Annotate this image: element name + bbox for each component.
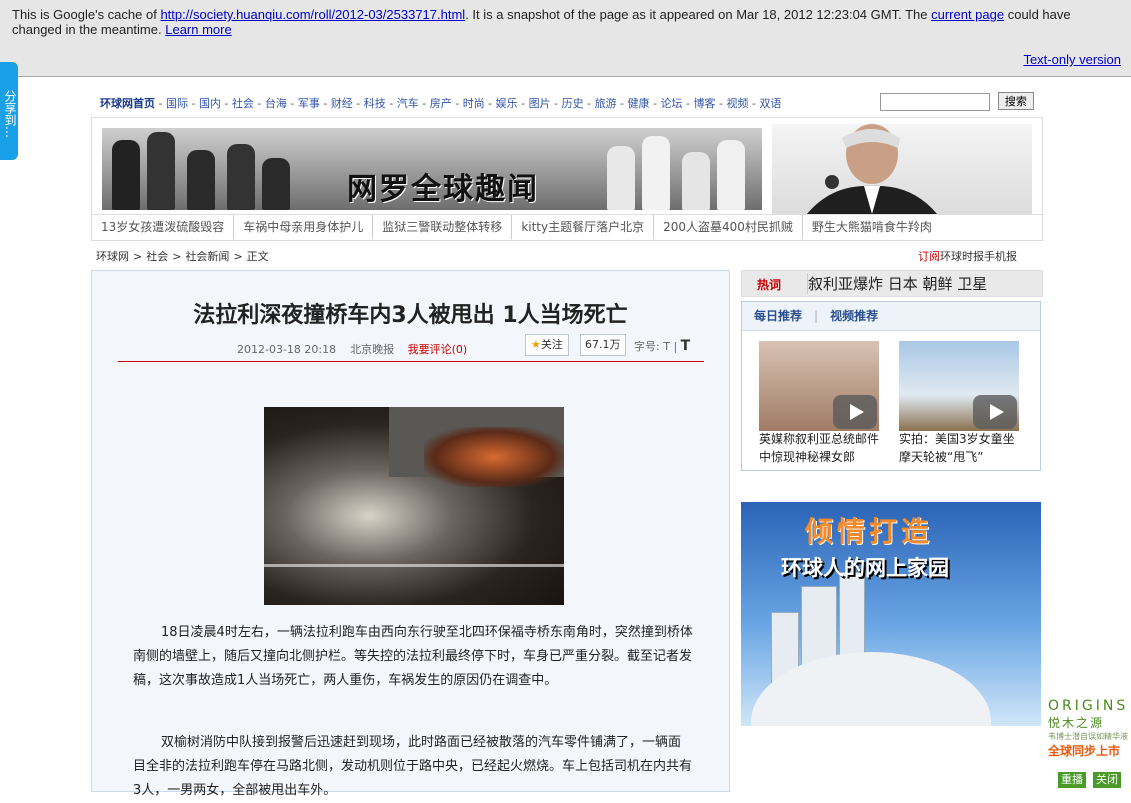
nav-item[interactable]: 健康 bbox=[628, 97, 650, 110]
subscribe-rest[interactable]: 环球时报手机报 bbox=[940, 250, 1017, 263]
search-button[interactable]: 搜索 bbox=[997, 92, 1034, 110]
follow-button[interactable]: ★关注 bbox=[525, 334, 569, 356]
origins-ad[interactable]: ORIGINS 悦木之源 韦博士潜自误如精华液 全球同步上市 bbox=[1048, 698, 1131, 759]
play-icon[interactable] bbox=[833, 395, 877, 429]
play-icon[interactable] bbox=[973, 395, 1017, 429]
nav-item[interactable]: 双语 bbox=[759, 97, 781, 110]
hot-link[interactable]: 车祸中母亲用身体护儿 bbox=[234, 215, 374, 239]
font-size-label: 字号: bbox=[634, 340, 660, 353]
nav-item[interactable]: 科技 bbox=[364, 97, 386, 110]
recommend-caption[interactable]: 英媒称叙利亚总统邮件中惊现神秘裸女郎 bbox=[759, 430, 884, 466]
subscribe-link[interactable]: 订阅环球时报手机报 bbox=[918, 248, 1017, 264]
title-divider bbox=[118, 361, 704, 362]
article-paragraph: 双榆树消防中队接到报警后迅速赶到现场，此时路面已经被散落的汽车零件铺满了，一辆面… bbox=[133, 735, 693, 798]
tab-video[interactable]: 视频推荐 bbox=[818, 302, 890, 330]
replay-button[interactable]: 重播 bbox=[1058, 772, 1086, 788]
breadcrumb-separator: > bbox=[133, 250, 143, 263]
cache-middle: . It is a snapshot of the page as it app… bbox=[465, 7, 928, 22]
font-size-control: 字号: T | T bbox=[634, 338, 691, 354]
promo-banner[interactable]: 倾情打造 环球人的网上家园 bbox=[741, 502, 1041, 726]
hot-link[interactable]: 野生大熊猫啃食牛羚肉 bbox=[803, 215, 941, 239]
nav-item[interactable]: 社会 bbox=[232, 97, 254, 110]
article-title: 法拉利深夜撞桥车内3人被甩出 1人当场死亡 bbox=[193, 303, 628, 328]
breadcrumb-separator: > bbox=[233, 250, 243, 263]
nav-item[interactable]: 时尚 bbox=[463, 97, 485, 110]
hot-words-text[interactable]: 叙利亚爆炸 日本 朝鲜 卫星 bbox=[807, 273, 987, 294]
recommend-box: 每日推荐 | 视频推荐 英媒称叙利亚总统邮件中惊现神秘裸女郎 实拍：美国3岁女童坐摩… bbox=[741, 301, 1041, 471]
chess-banner: 网罗全球趣闻 bbox=[102, 128, 762, 210]
star-icon: ★ bbox=[531, 338, 541, 351]
promo-subline: 环球人的网上家园 bbox=[781, 556, 949, 580]
nav-item[interactable]: 视频 bbox=[726, 97, 748, 110]
breadcrumb: 环球网 > 社会 > 社会新闻 > 正文 bbox=[96, 248, 269, 264]
current-page-link[interactable]: current page bbox=[931, 7, 1004, 22]
article-date: 2012-03-18 20:18 bbox=[237, 343, 337, 356]
nav-item[interactable]: 国内 bbox=[199, 97, 221, 110]
text-only-link[interactable]: Text-only version bbox=[1023, 52, 1121, 67]
nav-item[interactable]: 历史 bbox=[562, 97, 584, 110]
comment-link[interactable]: 我要评论(0) bbox=[408, 343, 468, 356]
nav-item[interactable]: 娱乐 bbox=[496, 97, 518, 110]
follow-label: 关注 bbox=[540, 338, 563, 351]
recommend-thumb[interactable] bbox=[899, 341, 1019, 431]
nav-item[interactable]: 论坛 bbox=[661, 97, 683, 110]
banner-slogan: 网罗全球趣闻 bbox=[347, 172, 539, 207]
hot-link[interactable]: 监狱三警联动整体转移 bbox=[373, 215, 513, 239]
nav-item[interactable]: 财经 bbox=[331, 97, 353, 110]
recommend-tabs: 每日推荐 | 视频推荐 bbox=[742, 302, 1040, 331]
hot-link[interactable]: 13岁女孩遭泼硫酸毁容 bbox=[92, 215, 235, 239]
nav-item[interactable]: 台海 bbox=[265, 97, 287, 110]
nav-item[interactable]: 汽车 bbox=[397, 97, 419, 110]
cache-message: This is Google's cache of http://society… bbox=[12, 7, 1102, 37]
article-photo bbox=[264, 407, 564, 605]
recommend-caption[interactable]: 实拍：美国3岁女童坐摩天轮被“甩飞” bbox=[899, 430, 1024, 466]
cache-prefix: This is Google's cache of bbox=[12, 7, 157, 22]
nav-item[interactable]: 国际 bbox=[166, 97, 188, 110]
hot-link[interactable]: 200人盗墓400村民抓贼 bbox=[654, 215, 803, 239]
font-size-small[interactable]: T bbox=[663, 340, 670, 353]
origins-small: 韦博士潜自误如精华液 bbox=[1048, 732, 1128, 741]
search-input[interactable] bbox=[880, 93, 990, 111]
article-meta: 2012-03-18 20:18 北京晚报 我要评论(0) bbox=[237, 341, 467, 357]
breadcrumb-item: 正文 bbox=[246, 250, 269, 263]
top-search: 搜索 bbox=[880, 92, 1034, 111]
hot-words-label: 热词 bbox=[757, 278, 782, 292]
origins-global: 全球同步上市 bbox=[1048, 744, 1121, 758]
nav-item[interactable]: 博客 bbox=[693, 97, 715, 110]
nav-home-link[interactable]: 环球网首页 bbox=[100, 97, 155, 110]
cached-url-link[interactable]: http://society.huanqiu.com/roll/2012-03/… bbox=[160, 7, 465, 22]
masthead: 网罗全球趣闻 13岁女孩遭泼硫酸毁容 车祸中母亲用身体护儿 监狱三警联动整体转移 ki… bbox=[91, 117, 1043, 241]
learn-more-link[interactable]: Learn more bbox=[165, 22, 231, 37]
hot-words-bar: 热词 叙利亚爆炸 日本 朝鲜 卫星 bbox=[741, 270, 1043, 297]
nav-item[interactable]: 房产 bbox=[430, 97, 452, 110]
article-source: 北京晚报 bbox=[350, 343, 395, 356]
recommend-thumb[interactable] bbox=[759, 341, 879, 431]
hot-links-bar: 13岁女孩遭泼硫酸毁容 车祸中母亲用身体护儿 监狱三警联动整体转移 kitty主题餐厅… bbox=[92, 214, 1042, 239]
origins-brand-zh: 悦木之源 bbox=[1048, 716, 1105, 730]
nav-item[interactable]: 旅游 bbox=[595, 97, 617, 110]
cache-banner: This is Google's cache of http://society… bbox=[0, 0, 1131, 77]
article-panel: 法拉利深夜撞桥车内3人被甩出 1人当场死亡 2012-03-18 20:18 北… bbox=[91, 270, 730, 798]
breadcrumb-item[interactable]: 社会新闻 bbox=[185, 250, 229, 263]
promo-headline: 倾情打造 bbox=[805, 515, 934, 548]
nav-item[interactable]: 军事 bbox=[298, 97, 320, 110]
masthead-ad-photo[interactable] bbox=[772, 124, 1032, 214]
breadcrumb-item[interactable]: 社会 bbox=[146, 250, 168, 263]
origins-brand: ORIGINS bbox=[1048, 698, 1129, 714]
font-size-large[interactable]: T bbox=[681, 338, 691, 354]
subscribe-red[interactable]: 订阅 bbox=[918, 250, 940, 263]
tab-daily[interactable]: 每日推荐 bbox=[742, 302, 814, 330]
nav-item[interactable]: 图片 bbox=[529, 97, 551, 110]
article-paragraph: 18日凌晨4时左右，一辆法拉利跑车由西向东行驶至北四环保福寺桥东南角时，突然撞到… bbox=[133, 625, 693, 688]
breadcrumb-separator: > bbox=[172, 250, 182, 263]
breadcrumb-item[interactable]: 环球网 bbox=[96, 250, 129, 263]
follow-count: 67.1万 bbox=[580, 334, 626, 356]
top-nav: 环球网首页 - 国际 - 国内 - 社会 - 台海 - 军事 - 财经 - 科技… bbox=[100, 97, 782, 110]
hot-link[interactable]: kitty主题餐厅落户北京 bbox=[512, 215, 655, 239]
share-tab[interactable]: 分享到… bbox=[0, 62, 18, 160]
close-button[interactable]: 关闭 bbox=[1093, 772, 1121, 788]
